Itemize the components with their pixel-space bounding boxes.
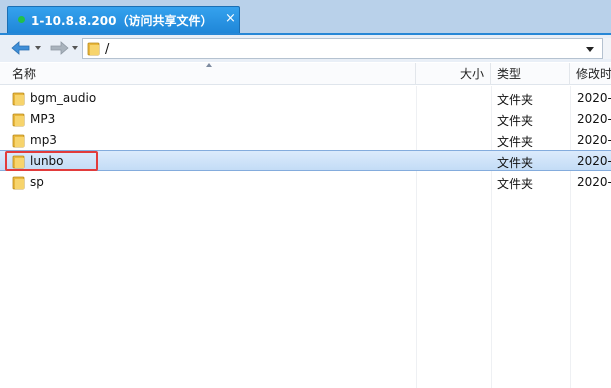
address-bar[interactable]: / (82, 38, 603, 59)
status-dot-icon (18, 16, 25, 23)
file-row[interactable]: mp3 文件夹 2020-0 (0, 130, 611, 151)
forward-button[interactable] (48, 39, 70, 57)
toolbar-overflow (603, 38, 611, 59)
file-date: 2020-0 (577, 154, 611, 168)
forward-history-dropdown-icon[interactable] (72, 46, 78, 50)
tab-bar: 1-10.8.8.200（访问共享文件） × (0, 0, 611, 33)
address-path: / (105, 42, 110, 57)
back-history-dropdown-icon[interactable] (35, 46, 41, 50)
column-header-size[interactable]: 大小 (416, 63, 491, 85)
folder-icon (12, 113, 25, 127)
toolbar: / (0, 33, 611, 62)
file-type: 文件夹 (497, 156, 534, 170)
file-row[interactable]: sp 文件夹 2020-0 (0, 172, 611, 193)
file-name: mp3 (30, 133, 57, 147)
annotation-highlight-box (5, 151, 98, 171)
back-arrow-icon (11, 41, 30, 55)
file-row[interactable]: bgm_audio 文件夹 2020-0 (0, 88, 611, 109)
file-type: 文件夹 (497, 135, 534, 149)
file-name: bgm_audio (30, 91, 97, 105)
file-date: 2020-0 (577, 112, 611, 126)
column-header-name[interactable]: 名称 (0, 63, 416, 85)
back-button[interactable] (10, 39, 32, 57)
column-header-row: 名称 大小 类型 修改时 (0, 63, 611, 85)
file-type: 文件夹 (497, 114, 534, 128)
folder-icon (12, 134, 25, 148)
tab-title: 1-10.8.8.200（访问共享文件） (31, 14, 213, 28)
file-name: sp (30, 175, 44, 189)
folder-icon (87, 42, 100, 56)
tab-active-session[interactable]: 1-10.8.8.200（访问共享文件） × (7, 6, 240, 33)
column-header-modified[interactable]: 修改时 (570, 63, 611, 85)
folder-icon (12, 176, 25, 190)
file-date: 2020-0 (577, 175, 611, 189)
file-type: 文件夹 (497, 93, 534, 107)
folder-icon (12, 92, 25, 106)
forward-arrow-icon (50, 41, 69, 55)
file-name: MP3 (30, 112, 56, 126)
column-header-modified-label: 修改时 (576, 67, 611, 81)
dropdown-icon[interactable] (586, 47, 594, 52)
column-header-name-label: 名称 (12, 67, 37, 81)
file-date: 2020-0 (577, 133, 611, 147)
sort-ascending-icon (206, 63, 212, 67)
column-header-type-label: 类型 (497, 67, 522, 81)
close-icon[interactable]: × (225, 11, 236, 26)
file-date: 2020-0 (577, 91, 611, 105)
file-row[interactable]: MP3 文件夹 2020-0 (0, 109, 611, 130)
column-header-type[interactable]: 类型 (491, 63, 570, 85)
column-header-size-label: 大小 (459, 67, 484, 81)
file-type: 文件夹 (497, 177, 534, 191)
